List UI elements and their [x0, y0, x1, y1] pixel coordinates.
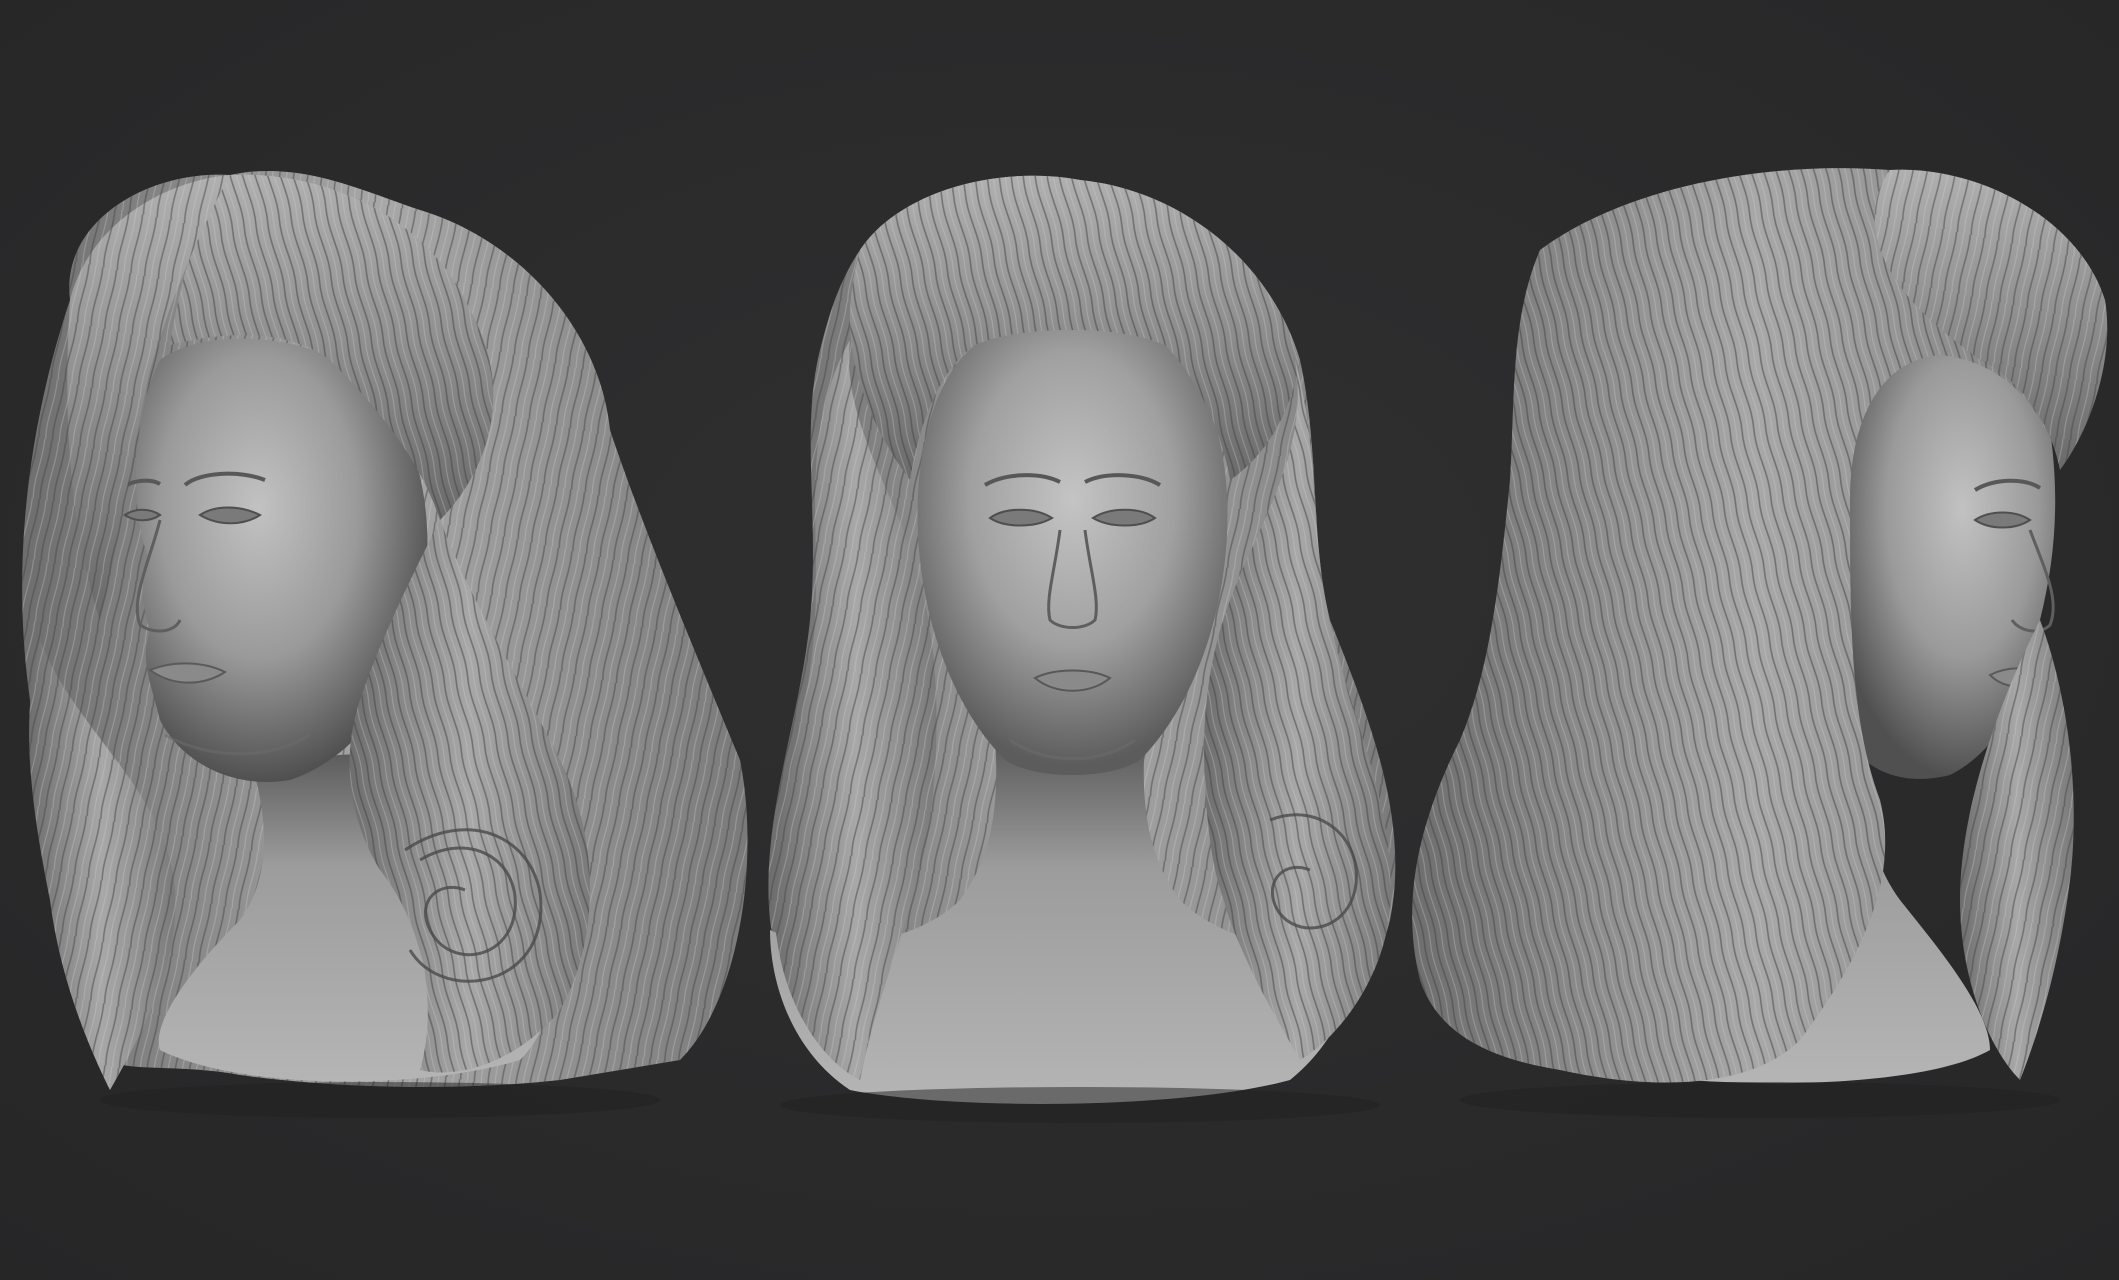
sculpt-render	[0, 0, 2119, 1280]
render-viewport	[0, 0, 2119, 1280]
eye	[1973, 511, 2032, 529]
